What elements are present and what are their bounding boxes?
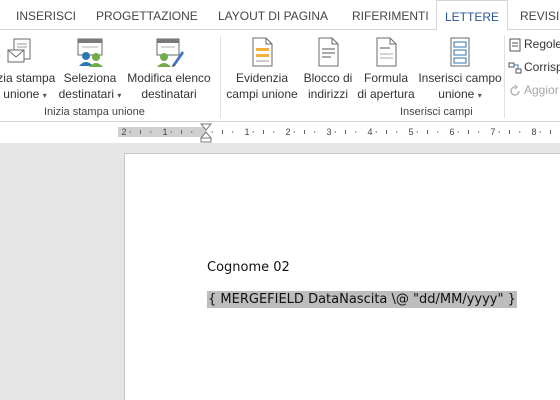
ruler-number: 2	[121, 127, 126, 137]
edit-recipient-list-label-2: destinatari	[141, 87, 197, 101]
ruler-tick	[191, 131, 193, 133]
ruler-number: 4	[367, 127, 372, 137]
group-separator	[504, 36, 505, 118]
insert-merge-field-label-2: unione	[438, 87, 475, 101]
document-line-surname: Cognome 02	[207, 260, 290, 275]
rules-button[interactable]: Regole	[508, 34, 560, 54]
group-separator	[220, 36, 221, 118]
rules-icon	[509, 38, 521, 52]
insert-merge-field-label-1: Inserisci campo	[418, 71, 502, 85]
chevron-down-icon: ▾	[117, 91, 122, 100]
ruler-number: 8	[531, 127, 536, 137]
ruler-tick	[375, 131, 377, 133]
ruler-tick	[211, 131, 213, 133]
address-block-icon	[315, 36, 341, 68]
address-block-label-2: indirizzi	[307, 87, 348, 101]
group-label-insert-fields: Inserisci campi	[400, 106, 473, 118]
ruler-tick	[150, 131, 152, 133]
greeting-line-label-1: Formula	[363, 71, 408, 85]
ruler-number: 7	[490, 127, 495, 137]
select-recipients-icon	[74, 36, 106, 68]
address-block-button[interactable]: Blocco di indirizzi	[301, 36, 355, 102]
greeting-line-icon	[373, 36, 399, 68]
start-mail-merge-button[interactable]: izia stampa unione ▾	[0, 36, 56, 104]
ruler-tick	[334, 131, 336, 133]
address-block-label-1: Blocco di	[303, 71, 353, 85]
document-page[interactable]: Cognome 02 { MERGEFIELD DataNascita \@ "…	[124, 153, 560, 400]
select-recipients-label-2: destinatari	[58, 87, 114, 101]
group-label-start-mail-merge: Inizia stampa unione	[44, 106, 145, 118]
ruler-number: 6	[449, 127, 454, 137]
highlight-merge-fields-icon	[249, 36, 275, 68]
edit-recipient-list-button[interactable]: Modifica elenco destinatari	[125, 36, 213, 102]
ruler-number: 5	[408, 127, 413, 137]
tab-riferimenti[interactable]: RIFERIMENTI	[352, 0, 429, 31]
highlight-merge-fields-label-1: Evidenzia	[235, 71, 289, 85]
start-mail-merge-icon	[6, 36, 36, 68]
match-fields-label: Corrisp	[524, 60, 560, 74]
update-labels-label: Aggior	[524, 83, 559, 97]
ruler-tick	[170, 131, 172, 133]
ruler-tick	[314, 131, 316, 133]
refresh-icon	[510, 84, 520, 96]
tab-progettazione[interactable]: PROGETTAZIONE	[96, 0, 198, 31]
edit-recipient-list-icon	[153, 36, 185, 68]
ruler-tick	[416, 131, 418, 133]
ruler-number: 1	[244, 127, 249, 137]
ruler-tick	[273, 131, 275, 133]
tab-layout-di-pagina[interactable]: LAYOUT DI PAGINA	[218, 0, 328, 31]
ruler-tick	[232, 131, 234, 133]
ruler-tick	[129, 131, 131, 133]
start-mail-merge-label-1: izia stampa	[0, 71, 56, 85]
ruler-tick	[355, 131, 357, 133]
edit-recipient-list-label-1: Modifica elenco	[127, 71, 211, 85]
greeting-line-label-2: di apertura	[357, 87, 415, 101]
tab-lettere[interactable]: LETTERE	[436, 0, 508, 31]
insert-merge-field-icon	[447, 36, 473, 68]
highlight-merge-fields-button[interactable]: Evidenzia campi unione	[224, 36, 300, 102]
ruler-tick	[293, 131, 295, 133]
merge-field-code[interactable]: { MERGEFIELD DataNascita \@ "dd/MM/yyyy"…	[207, 291, 517, 308]
chevron-down-icon: ▾	[477, 91, 482, 100]
update-labels-button[interactable]: Aggior	[508, 80, 559, 100]
match-fields-icon	[508, 62, 522, 74]
ruler-tick	[437, 131, 439, 133]
select-recipients-label-1: Seleziona	[63, 71, 117, 85]
greeting-line-button[interactable]: Formula di apertura	[357, 36, 415, 102]
field-code-text: { MERGEFIELD DataNascita \@ "dd/MM/yyyy"…	[207, 291, 517, 308]
ruler-number: 1	[162, 127, 167, 137]
highlight-merge-fields-label-2: campi unione	[226, 87, 298, 101]
ruler-tick	[478, 131, 480, 133]
ruler-tick	[252, 131, 254, 133]
horizontal-ruler[interactable]: 2 1 1 2 3 4 5 6 7 8	[0, 123, 560, 143]
ribbon-tabs: INSERISCI PROGETTAZIONE LAYOUT DI PAGINA…	[0, 0, 560, 31]
left-indent-marker[interactable]	[200, 137, 212, 143]
document-canvas[interactable]: Cognome 02 { MERGEFIELD DataNascita \@ "…	[0, 143, 560, 400]
ruler-number: 2	[285, 127, 290, 137]
ruler-tick	[457, 131, 459, 133]
ruler-number: 3	[326, 127, 331, 137]
ruler-tick	[539, 131, 541, 133]
chevron-down-icon: ▾	[42, 91, 47, 100]
rules-label: Regole	[524, 37, 560, 51]
start-mail-merge-label-2: unione	[3, 87, 40, 101]
ribbon: izia stampa unione ▾ Seleziona destinata…	[0, 30, 560, 122]
tab-inserisci[interactable]: INSERISCI	[16, 0, 76, 31]
ruler-tick	[396, 131, 398, 133]
ruler-tick	[519, 131, 521, 133]
select-recipients-button[interactable]: Seleziona destinatari ▾	[58, 36, 122, 104]
insert-merge-field-button[interactable]: Inserisci campo unione ▾	[417, 36, 503, 104]
ruler-tick	[498, 131, 500, 133]
tab-revisione[interactable]: REVISIO	[520, 0, 560, 31]
match-fields-button[interactable]: Corrisp	[508, 57, 560, 77]
